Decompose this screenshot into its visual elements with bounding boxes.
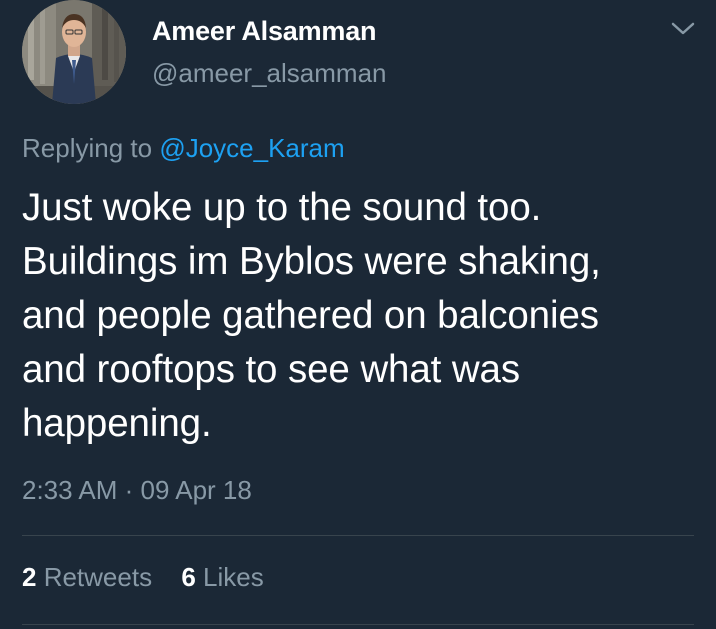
retweets-count: 2: [22, 562, 37, 592]
reply-mention-link[interactable]: @Joyce_Karam: [159, 133, 344, 163]
tweet-time: 2:33 AM: [22, 475, 118, 505]
profile-photo: [22, 0, 126, 104]
replying-to-label: Replying to: [22, 133, 160, 163]
timestamp-separator: ·: [117, 475, 141, 505]
tweet-text-line: Just woke up to the sound too.: [22, 186, 542, 229]
avatar[interactable]: [22, 0, 126, 104]
tweet-text: Just woke up to the sound too. Buildings…: [22, 181, 702, 451]
tweet-date: 09 Apr 18: [140, 475, 252, 505]
replying-to: Replying to @Joyce_Karam: [22, 133, 345, 164]
retweets-link[interactable]: 2 Retweets: [22, 562, 152, 593]
tweet-timestamp: 2:33 AM · 09 Apr 18: [22, 475, 252, 506]
tweet-text-line: happening.: [22, 402, 212, 445]
tweet-menu-button[interactable]: [666, 14, 700, 44]
tweet-text-line: and people gathered on balconies: [22, 294, 599, 337]
likes-count: 6: [181, 562, 196, 592]
tweet-text-line: and rooftops to see what was: [22, 348, 521, 391]
retweets-label: Retweets: [36, 562, 153, 592]
likes-label: Likes: [195, 562, 264, 592]
divider: [22, 535, 694, 536]
divider: [22, 624, 694, 625]
author-handle[interactable]: @ameer_alsamman: [152, 58, 386, 89]
chevron-down-icon: [671, 22, 695, 35]
tweet-text-line: Buildings im Byblos were shaking,: [22, 240, 601, 283]
likes-link[interactable]: 6 Likes: [181, 562, 263, 593]
tweet-stats: 2 Retweets 6 Likes: [22, 562, 264, 593]
author-display-name[interactable]: Ameer Alsamman: [152, 16, 377, 47]
